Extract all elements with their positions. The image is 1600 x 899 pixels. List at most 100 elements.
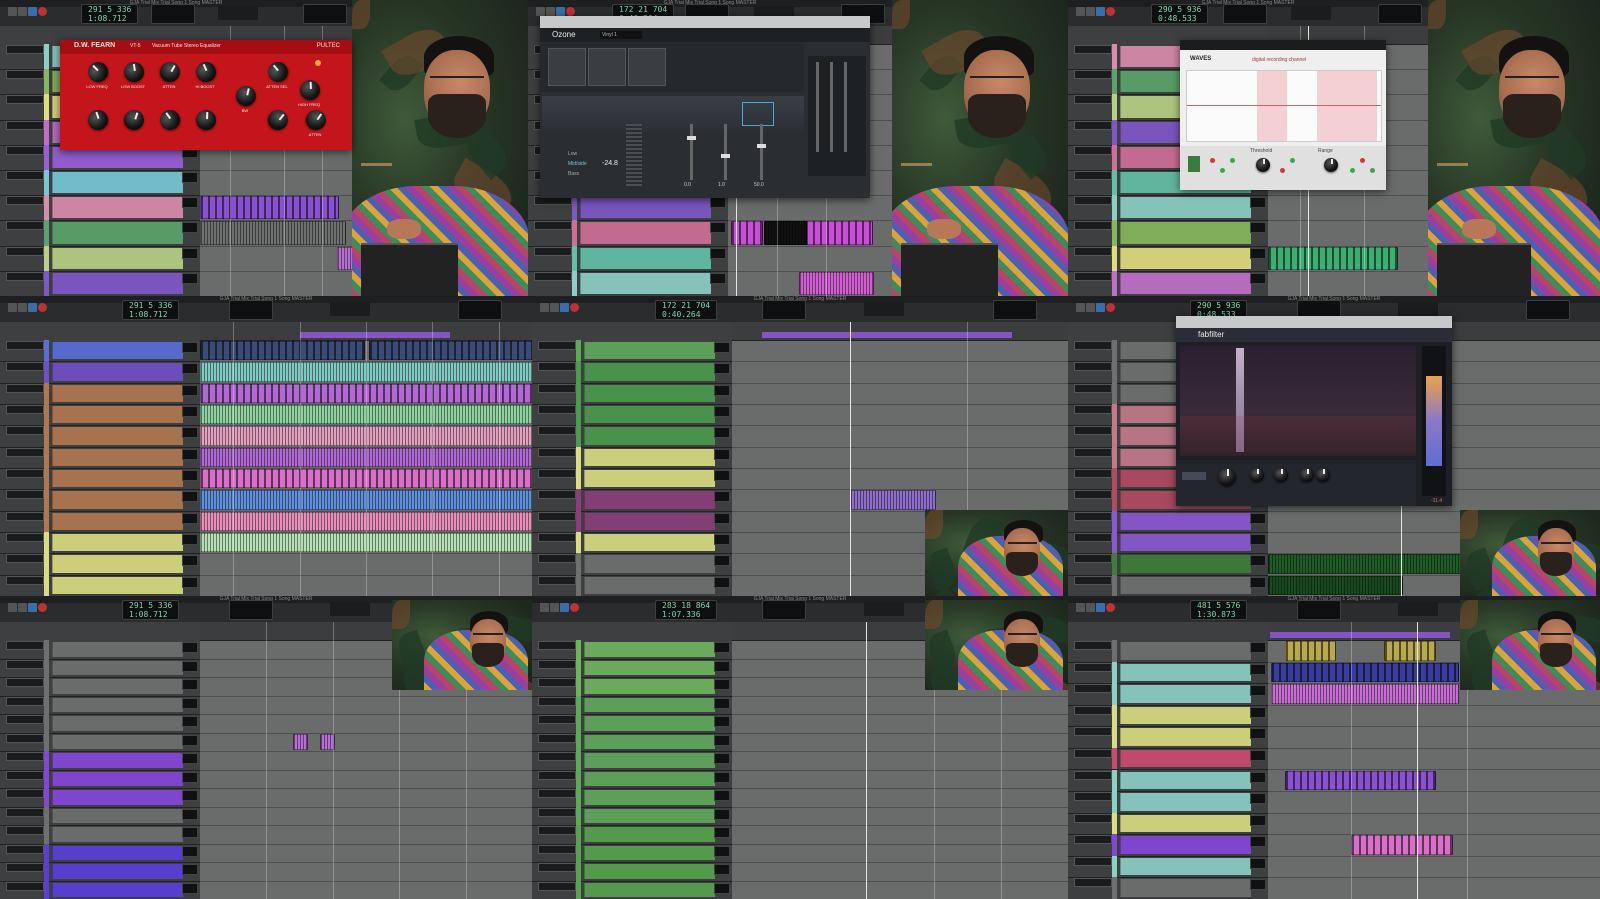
track-buttons[interactable] bbox=[538, 725, 568, 730]
track-name[interactable] bbox=[1074, 221, 1112, 231]
track-buttons[interactable] bbox=[1074, 673, 1104, 678]
track-name[interactable] bbox=[538, 678, 576, 687]
track-row[interactable] bbox=[0, 843, 200, 863]
track-buttons[interactable] bbox=[538, 372, 568, 377]
track-row[interactable] bbox=[0, 468, 200, 491]
track-row[interactable] bbox=[532, 510, 732, 533]
track-row[interactable] bbox=[528, 195, 728, 222]
track-row[interactable] bbox=[1068, 812, 1268, 836]
track-buttons[interactable] bbox=[1074, 867, 1104, 872]
track-row[interactable] bbox=[532, 658, 732, 678]
preset-menu[interactable]: Vinyl 1 bbox=[600, 31, 642, 39]
track-buttons[interactable] bbox=[538, 873, 568, 878]
track-buttons[interactable] bbox=[538, 436, 568, 441]
transport-button[interactable] bbox=[546, 7, 555, 16]
mode-button[interactable] bbox=[1182, 472, 1206, 480]
track-row[interactable] bbox=[0, 825, 200, 845]
track-buttons[interactable] bbox=[1074, 372, 1104, 377]
record-button[interactable] bbox=[570, 303, 579, 312]
track-buttons[interactable] bbox=[538, 564, 568, 569]
track-row[interactable] bbox=[0, 677, 200, 697]
track-buttons[interactable] bbox=[6, 707, 36, 712]
track-name[interactable] bbox=[534, 246, 572, 256]
track-name[interactable] bbox=[1074, 95, 1112, 105]
audio-clip[interactable] bbox=[1284, 641, 1337, 661]
track-name[interactable] bbox=[534, 221, 572, 231]
track-row[interactable] bbox=[0, 361, 200, 384]
play-button[interactable] bbox=[28, 303, 37, 312]
transport-button[interactable] bbox=[18, 603, 27, 612]
track-buttons[interactable] bbox=[1074, 824, 1104, 829]
transport-button[interactable] bbox=[550, 603, 559, 612]
track-row[interactable] bbox=[0, 446, 200, 469]
play-button[interactable] bbox=[28, 7, 37, 16]
track-row[interactable] bbox=[532, 695, 732, 715]
track-row[interactable] bbox=[532, 806, 732, 826]
track-name[interactable] bbox=[538, 341, 576, 350]
track-name[interactable] bbox=[1074, 405, 1112, 414]
track-buttons[interactable] bbox=[6, 670, 36, 675]
track-row[interactable] bbox=[0, 806, 200, 826]
track-name[interactable] bbox=[1074, 727, 1112, 737]
track-buttons[interactable] bbox=[1074, 131, 1104, 136]
track-buttons[interactable] bbox=[538, 892, 568, 897]
fab-knob[interactable] bbox=[1250, 468, 1264, 482]
track-row[interactable] bbox=[0, 382, 200, 405]
track-name[interactable] bbox=[6, 271, 44, 281]
track-buttons[interactable] bbox=[1074, 181, 1104, 186]
track-buttons[interactable] bbox=[1074, 543, 1104, 548]
track-name[interactable] bbox=[538, 533, 576, 542]
track-buttons[interactable] bbox=[1074, 802, 1104, 807]
track-row[interactable] bbox=[0, 170, 200, 197]
audio-clip[interactable] bbox=[764, 221, 808, 245]
audio-clip[interactable] bbox=[1351, 835, 1453, 855]
track-buttons[interactable] bbox=[538, 744, 568, 749]
track-buttons[interactable] bbox=[1074, 522, 1104, 527]
track-row[interactable] bbox=[532, 732, 732, 752]
eq-knob[interactable] bbox=[263, 57, 293, 87]
audio-clip[interactable] bbox=[849, 490, 936, 510]
track-name[interactable] bbox=[6, 45, 44, 54]
track-row[interactable] bbox=[0, 510, 200, 533]
track-buttons[interactable] bbox=[538, 351, 568, 356]
track-name[interactable] bbox=[6, 246, 44, 256]
track-row[interactable] bbox=[528, 245, 728, 272]
play-button[interactable] bbox=[1096, 603, 1105, 612]
track-row[interactable] bbox=[0, 788, 200, 808]
track-buttons[interactable] bbox=[1074, 80, 1104, 85]
track-row[interactable] bbox=[1068, 574, 1268, 596]
track-buttons[interactable] bbox=[538, 651, 568, 656]
track-buttons[interactable] bbox=[6, 105, 36, 110]
track-buttons[interactable] bbox=[6, 651, 36, 656]
track-name[interactable] bbox=[6, 533, 44, 542]
track-buttons[interactable] bbox=[1074, 394, 1104, 399]
output-fader[interactable] bbox=[830, 62, 833, 152]
band-selector[interactable] bbox=[742, 102, 774, 126]
fab-knob[interactable] bbox=[1218, 468, 1236, 486]
track-buttons[interactable] bbox=[534, 206, 564, 211]
track-name[interactable] bbox=[538, 863, 576, 872]
track-buttons[interactable] bbox=[538, 500, 568, 505]
track-name[interactable] bbox=[538, 362, 576, 372]
track-buttons[interactable] bbox=[6, 586, 36, 591]
track-buttons[interactable] bbox=[1074, 888, 1104, 893]
track-name[interactable] bbox=[6, 770, 44, 780]
track-buttons[interactable] bbox=[1074, 845, 1104, 850]
eq-knob[interactable] bbox=[121, 107, 147, 133]
track-buttons[interactable] bbox=[538, 543, 568, 548]
track-buttons[interactable] bbox=[538, 836, 568, 841]
track-row[interactable] bbox=[1068, 245, 1268, 272]
audio-clip[interactable] bbox=[805, 221, 873, 245]
audio-clip[interactable] bbox=[1271, 684, 1460, 704]
track-name[interactable] bbox=[6, 341, 44, 350]
track-name[interactable] bbox=[1074, 447, 1112, 457]
track-row[interactable] bbox=[532, 361, 732, 384]
track-row[interactable] bbox=[532, 640, 732, 660]
track-buttons[interactable] bbox=[1074, 206, 1104, 211]
record-button[interactable] bbox=[1106, 7, 1115, 16]
ozone-fader[interactable] bbox=[721, 124, 730, 180]
track-buttons[interactable] bbox=[6, 156, 36, 161]
track-name[interactable] bbox=[538, 575, 576, 585]
eq-knob[interactable] bbox=[195, 109, 217, 131]
track-name[interactable] bbox=[6, 362, 44, 372]
